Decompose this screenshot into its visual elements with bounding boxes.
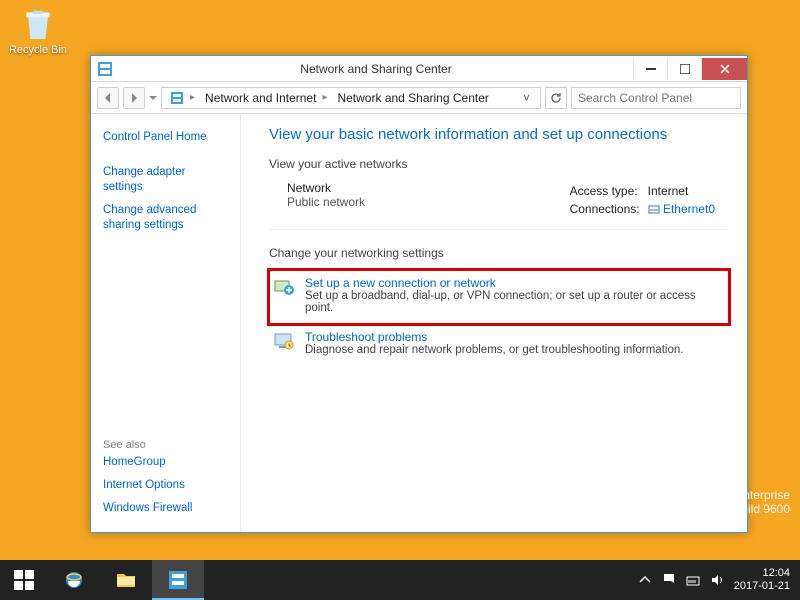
breadcrumb-sharing-center[interactable]: Network and Sharing Center [333, 91, 492, 105]
navbar: ▸ Network and Internet ▸ Network and Sha… [91, 82, 747, 114]
sidebar: Control Panel Home Change adapter settin… [91, 114, 241, 532]
file-explorer-icon [114, 568, 138, 592]
network-name: Network [287, 181, 365, 195]
homegroup-link[interactable]: HomeGroup [103, 451, 228, 474]
taskbar-clock[interactable]: 12:04 2017-01-21 [734, 567, 790, 593]
maximize-button[interactable] [667, 58, 701, 80]
page-title: View your basic network information and … [269, 126, 729, 143]
start-button[interactable] [0, 560, 48, 600]
setup-connection-desc: Set up a broadband, dial-up, or VPN conn… [305, 290, 725, 314]
desktop-watermark: Windows 8.1 Enterprise Build 9600 [663, 488, 790, 516]
change-settings-label: Change your networking settings [269, 246, 729, 260]
connections-label: Connections: [570, 201, 646, 217]
recycle-bin[interactable]: Recycle Bin [8, 4, 68, 56]
main-pane: View your basic network information and … [241, 114, 747, 532]
window-title: Network and Sharing Center [119, 62, 633, 76]
action-center-icon[interactable] [662, 573, 676, 587]
chevron-right-icon: ▸ [320, 92, 329, 103]
taskbar-control-panel[interactable] [152, 560, 204, 600]
breadcrumb-bar[interactable]: ▸ Network and Internet ▸ Network and Sha… [161, 87, 541, 109]
control-panel-window: Network and Sharing Center ▸ Network and… [90, 55, 748, 533]
control-panel-icon [170, 91, 184, 105]
internet-explorer-icon [62, 568, 86, 592]
tray-chevron-up-icon[interactable] [638, 573, 652, 587]
breadcrumb-network-internet[interactable]: Network and Internet ▸ [201, 91, 333, 105]
troubleshoot-desc: Diagnose and repair network problems, or… [305, 344, 683, 356]
taskbar-explorer[interactable] [100, 560, 152, 600]
access-type-value: Internet [648, 183, 721, 199]
close-button[interactable] [701, 58, 747, 80]
ethernet-icon [648, 203, 660, 215]
connection-link[interactable]: Ethernet0 [663, 202, 715, 216]
back-button[interactable] [97, 87, 119, 109]
volume-icon[interactable] [710, 573, 724, 587]
change-advanced-sharing-link[interactable]: Change advanced sharing settings [103, 199, 228, 237]
refresh-button[interactable] [545, 87, 567, 109]
troubleshoot-title: Troubleshoot problems [305, 330, 683, 344]
internet-options-link[interactable]: Internet Options [103, 474, 228, 497]
control-panel-taskbar-icon [166, 568, 190, 592]
setup-connection-icon [273, 276, 295, 298]
access-type-label: Access type: [570, 183, 646, 199]
network-type: Public network [287, 195, 365, 209]
taskbar-ie[interactable] [48, 560, 100, 600]
history-dropdown-icon[interactable] [149, 92, 157, 104]
window-app-icon [97, 61, 113, 77]
breadcrumb-root[interactable]: ▸ [166, 91, 201, 105]
minimize-button[interactable] [633, 58, 667, 80]
active-network-row: Network Public network Access type: Inte… [269, 181, 729, 230]
recycle-bin-icon [18, 4, 58, 44]
troubleshoot-task[interactable]: Troubleshoot problems Diagnose and repai… [269, 324, 729, 366]
active-networks-label: View your active networks [269, 157, 729, 171]
troubleshoot-icon [273, 330, 295, 352]
forward-button[interactable] [123, 87, 145, 109]
setup-connection-title: Set up a new connection or network [305, 276, 725, 290]
change-adapter-settings-link[interactable]: Change adapter settings [103, 161, 228, 199]
setup-connection-task[interactable]: Set up a new connection or network Set u… [269, 270, 729, 324]
windows-firewall-link[interactable]: Windows Firewall [103, 497, 228, 520]
windows-logo-icon [14, 570, 34, 590]
titlebar[interactable]: Network and Sharing Center [91, 56, 747, 82]
system-tray: 12:04 2017-01-21 [638, 560, 800, 600]
search-box[interactable] [571, 87, 741, 109]
control-panel-home-link[interactable]: Control Panel Home [103, 126, 228, 149]
search-icon [735, 92, 736, 104]
recycle-bin-label: Recycle Bin [8, 44, 68, 56]
taskbar: 12:04 2017-01-21 [0, 560, 800, 600]
breadcrumb-dropdown[interactable]: ˅ [517, 91, 536, 105]
network-tray-icon[interactable] [686, 573, 700, 587]
search-input[interactable] [576, 90, 735, 106]
chevron-right-icon: ▸ [188, 92, 197, 103]
see-also-label: See also [103, 439, 228, 451]
